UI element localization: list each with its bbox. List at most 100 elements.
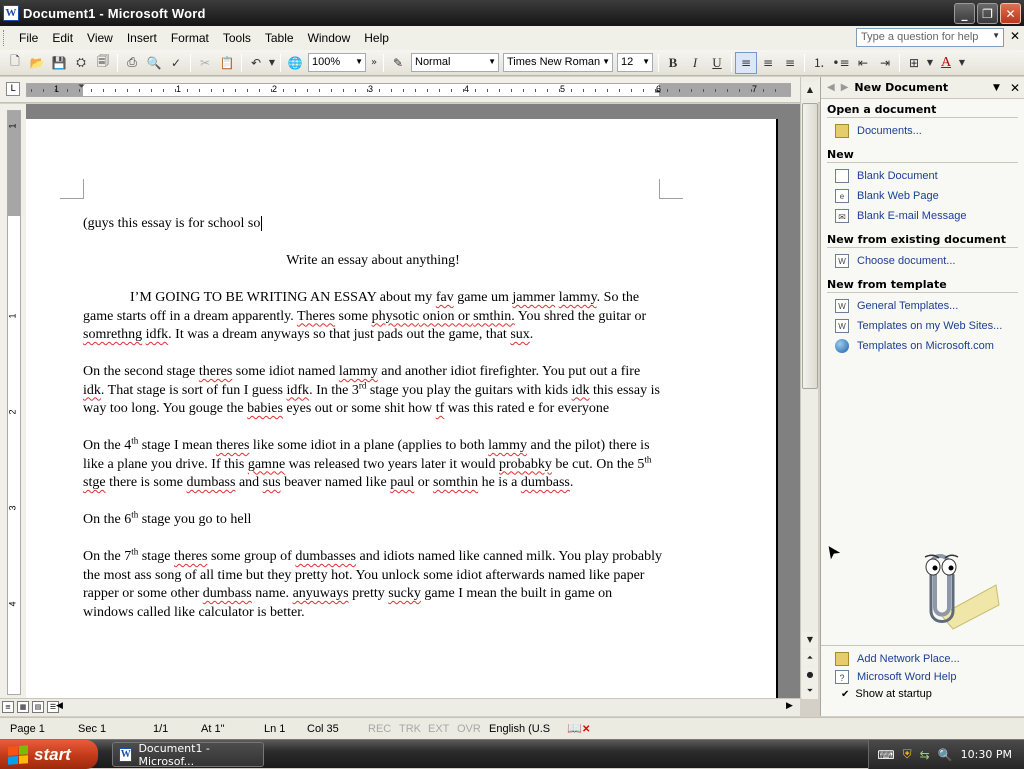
chevron-down-icon[interactable]: ▼ xyxy=(602,57,610,66)
font-color-dropdown-icon[interactable]: ▼ xyxy=(957,52,967,74)
tab-stop-selector-icon[interactable]: L xyxy=(6,82,20,96)
italic-button[interactable]: I xyxy=(684,52,706,74)
spelling-status-icon[interactable]: 📖✕ xyxy=(567,721,590,735)
style-select[interactable]: Normal ▼ xyxy=(411,53,499,72)
blank-email-link[interactable]: ✉ Blank E-mail Message xyxy=(835,209,1024,223)
print-icon[interactable]: ⎙ xyxy=(121,52,143,74)
numbering-icon[interactable]: ⒈ xyxy=(808,52,830,74)
status-section[interactable]: Sec 1 xyxy=(78,723,106,735)
word-icon[interactable]: W xyxy=(3,5,19,21)
misspelled-word[interactable]: idk xyxy=(83,383,101,398)
zoom-select[interactable]: 100% ▼ xyxy=(308,53,366,72)
misspelled-word[interactable]: lammy xyxy=(339,364,378,379)
misspelled-word[interactable]: idk xyxy=(572,383,590,398)
bullets-icon[interactable]: •≡ xyxy=(830,52,852,74)
menu-help[interactable]: Help xyxy=(357,29,396,47)
font-size-select[interactable]: 12 ▼ xyxy=(617,53,653,72)
chevron-down-icon[interactable]: ▼ xyxy=(355,57,363,66)
permission-icon[interactable]: ⛭ xyxy=(70,52,92,74)
status-page-count[interactable]: 1/1 xyxy=(153,723,168,735)
status-language[interactable]: English (U.S xyxy=(489,723,550,735)
misspelled-word[interactable]: paul xyxy=(390,475,414,490)
close-document-icon[interactable]: ✕ xyxy=(1010,29,1020,43)
status-page[interactable]: Page 1 xyxy=(10,723,45,735)
misspelled-word[interactable]: theres xyxy=(199,364,232,379)
align-left-icon[interactable]: ≡ xyxy=(735,51,757,74)
vertical-scrollbar[interactable]: ▲ ▼ ⏶ ● ⏷ xyxy=(800,77,818,699)
scroll-up-arrow-icon[interactable]: ▲ xyxy=(802,82,818,98)
paragraph[interactable]: On the 7th stage theres some group of du… xyxy=(83,547,663,622)
taskbar-item-document1[interactable]: W Document1 - Microsof... xyxy=(112,742,264,768)
keyboard-icon[interactable]: ⌨ xyxy=(877,748,894,762)
toolbar-options-icon[interactable]: » xyxy=(368,52,380,74)
status-rec[interactable]: REC xyxy=(368,723,391,735)
new-document-icon[interactable]: 🗋 xyxy=(4,52,26,74)
documents-link[interactable]: Documents... xyxy=(835,124,1024,138)
forward-arrow-icon[interactable]: ▶ xyxy=(841,82,849,93)
scroll-right-arrow-icon[interactable]: ▶ xyxy=(786,701,793,711)
general-templates-link[interactable]: W General Templates... xyxy=(835,299,1024,313)
paragraph[interactable]: On the 4 th stage I mean theres like some… xyxy=(83,436,663,493)
paragraph[interactable]: On the 6th stage you go to hell xyxy=(83,510,663,530)
misspelled-word[interactable]: lammy xyxy=(559,290,597,305)
normal-view-icon[interactable]: ≡ xyxy=(2,701,14,713)
font-color-icon[interactable]: A xyxy=(935,52,957,74)
add-network-place-link[interactable]: Add Network Place... xyxy=(835,652,1024,666)
print-layout-view-icon[interactable]: ▤ xyxy=(32,701,44,713)
misspelled-word[interactable]: anyuways xyxy=(293,586,349,601)
misspelled-word[interactable]: jammer xyxy=(512,290,555,305)
misspelled-word[interactable]: dumbasses xyxy=(295,549,356,564)
status-ext[interactable]: EXT xyxy=(428,723,449,735)
office-assistant-clippy-icon[interactable] xyxy=(901,545,1001,630)
misspelled-word[interactable]: idfk xyxy=(146,327,169,342)
document-page[interactable]: (guys this essay is for school so Write … xyxy=(26,119,778,698)
styles-pane-icon[interactable]: ✎ xyxy=(387,52,409,74)
back-arrow-icon[interactable]: ◀ xyxy=(827,82,835,93)
status-trk[interactable]: TRK xyxy=(399,723,421,735)
misspelled-word[interactable]: lammy xyxy=(488,438,527,453)
cut-icon[interactable]: ✂ xyxy=(194,52,216,74)
paste-icon[interactable]: 📋 xyxy=(216,52,238,74)
undo-icon[interactable]: ↶ xyxy=(245,52,267,74)
ask-question-input[interactable]: Type a question for help ▼ xyxy=(856,28,1004,47)
ruler-strip[interactable]: ⏷ ⏶ 1 1 2 3 4 5 6 7 xyxy=(26,82,791,97)
menu-table[interactable]: Table xyxy=(258,29,301,47)
misspelled-word[interactable]: probabky xyxy=(499,457,552,472)
misspelled-word[interactable]: fav xyxy=(436,290,454,305)
borders-dropdown-icon[interactable]: ▼ xyxy=(925,52,935,74)
task-pane-close-icon[interactable]: ✕ xyxy=(1010,81,1020,95)
status-at[interactable]: At 1" xyxy=(201,723,224,735)
task-pane-menu-icon[interactable]: ▼ xyxy=(993,83,1000,93)
maximize-button[interactable]: ❐ xyxy=(977,3,998,24)
menu-format[interactable]: Format xyxy=(164,29,216,47)
print-preview-magnifier-icon[interactable]: 🔍 xyxy=(143,52,165,74)
choose-document-link[interactable]: W Choose document... xyxy=(835,254,1024,268)
start-button[interactable]: start xyxy=(0,740,98,769)
misspelled-word[interactable]: somthin xyxy=(433,475,478,490)
open-folder-icon[interactable]: 📂 xyxy=(26,52,48,74)
security-shield-icon[interactable]: ⛨ xyxy=(903,747,912,762)
menubar-grip[interactable] xyxy=(3,30,8,46)
misspelled-word[interactable]: dumbass xyxy=(186,475,235,490)
misspelled-word[interactable]: dumbass xyxy=(521,475,570,490)
title-bar[interactable]: W Document1 - Microsoft Word _ ❐ ✕ xyxy=(0,0,1024,26)
minimize-button[interactable]: _ xyxy=(954,3,975,24)
misspelled-word[interactable]: Theres xyxy=(297,309,335,324)
clock[interactable]: 10:30 PM xyxy=(961,748,1012,761)
status-column[interactable]: Col 35 xyxy=(307,723,339,735)
scroll-down-arrow-icon[interactable]: ▼ xyxy=(802,632,818,648)
decrease-indent-icon[interactable]: ⇤ xyxy=(852,52,874,74)
misspelled-word[interactable]: theres xyxy=(216,438,249,453)
misspelled-word[interactable]: sus xyxy=(263,475,281,490)
scroll-left-arrow-icon[interactable]: ◀ xyxy=(56,701,63,711)
menu-file[interactable]: File xyxy=(12,29,45,47)
increase-indent-icon[interactable]: ⇥ xyxy=(874,52,896,74)
web-sites-templates-link[interactable]: W Templates on my Web Sites... xyxy=(835,319,1024,333)
spelling-icon[interactable]: ✓ xyxy=(165,52,187,74)
chevron-down-icon[interactable]: ▼ xyxy=(488,57,496,66)
misspelled-word[interactable]: dumbass xyxy=(203,586,252,601)
network-icon[interactable]: ⇆ xyxy=(920,748,930,762)
vertical-ruler[interactable]: 1 1 2 3 4 xyxy=(0,104,26,698)
microsoft-templates-link[interactable]: Templates on Microsoft.com xyxy=(835,339,1024,353)
scroll-thumb[interactable] xyxy=(802,103,818,389)
